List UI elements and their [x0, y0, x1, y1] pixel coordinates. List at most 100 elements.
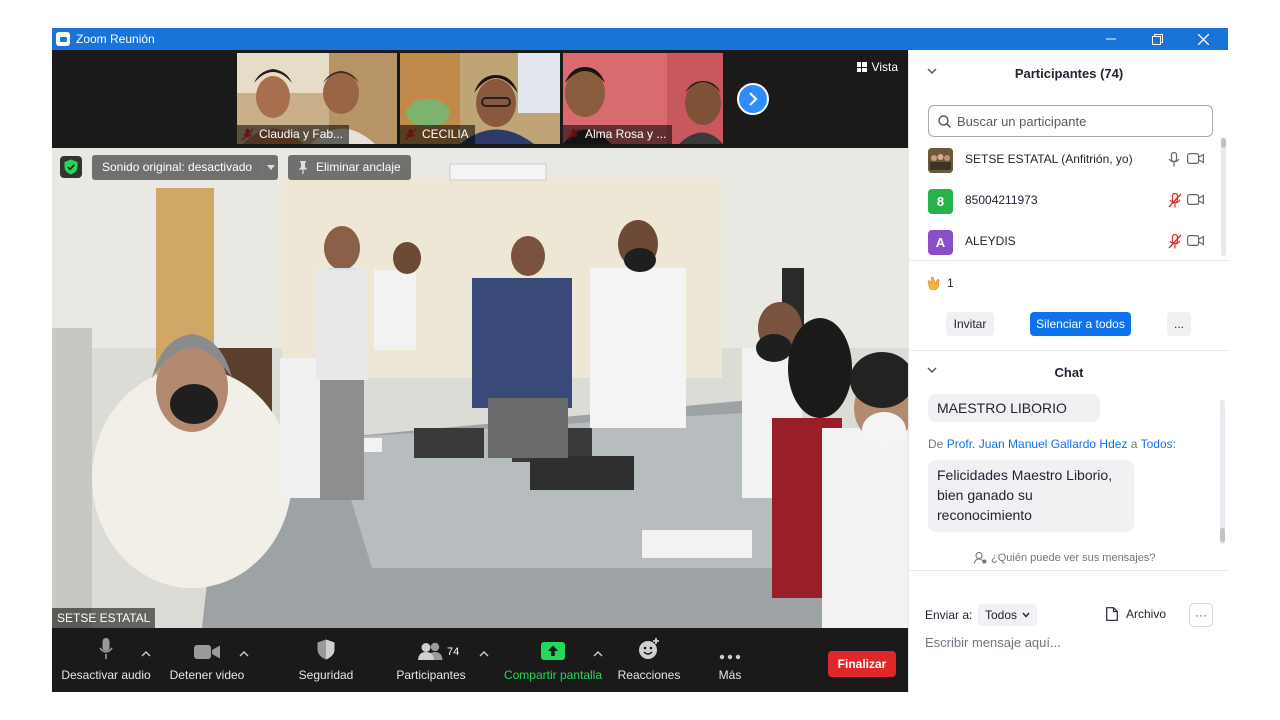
participant-thumbnail[interactable]: Claudia y Fab...	[237, 53, 397, 144]
chat-message-text: Felicidades Maestro Liborio, bien ganado…	[937, 467, 1113, 523]
participant-avatar	[928, 148, 953, 173]
shield-icon	[317, 639, 335, 660]
participant-avatar: A	[928, 230, 953, 255]
participant-list-scrollbar[interactable]	[1221, 138, 1226, 256]
mute-all-button[interactable]: Silenciar a todos	[1030, 312, 1131, 336]
stop-video-label: Detener video	[169, 668, 245, 682]
sender-link[interactable]: Profr. Juan Manuel Gallardo Hdez	[947, 437, 1128, 451]
chat-message-input[interactable]: Escribir mensaje aquí...	[925, 635, 1061, 650]
meeting-room-video	[52, 148, 908, 628]
video-options-chevron-up-icon[interactable]	[239, 649, 249, 659]
microphone-icon	[99, 638, 113, 659]
participant-name: Claudia y Fab...	[237, 125, 350, 144]
unpin-label: Eliminar anclaje	[316, 160, 401, 174]
who-can-see-label: ¿Quién puede ver sus mensajes?	[991, 552, 1156, 564]
zoom-window: Zoom Reunión Claudia y Fab... CECILIA Al…	[52, 28, 1229, 692]
end-meeting-label: Finalizar	[837, 657, 887, 671]
collapse-chevron-down-icon[interactable]	[927, 367, 937, 374]
original-sound-toggle[interactable]: Sonido original: desactivado	[92, 155, 263, 180]
participants-options-chevron-up-icon[interactable]	[479, 649, 489, 659]
chat-input-placeholder: Escribir mensaje aquí...	[925, 635, 1061, 650]
main-speaker-name: SETSE ESTATAL	[52, 608, 156, 628]
chat-message-sender: De Profr. Juan Manuel Gallardo Hdez a To…	[928, 437, 1176, 451]
share-options-chevron-up-icon[interactable]	[593, 649, 603, 659]
close-button[interactable]	[1180, 28, 1226, 50]
mute-audio-button[interactable]: Desactivar audio	[61, 628, 151, 692]
stop-video-button[interactable]: Detener video	[168, 628, 246, 692]
who-can-see-messages[interactable]: ¿Quién puede ver sus mensajes?	[974, 552, 1155, 564]
participant-search-placeholder: Buscar un participante	[957, 113, 1087, 129]
video-camera-icon[interactable]	[1187, 235, 1204, 246]
audio-options-chevron-up-icon[interactable]	[141, 649, 151, 659]
reactions-label: Reacciones	[617, 668, 681, 682]
mic-muted-icon[interactable]	[1168, 234, 1182, 249]
raised-reaction-indicator: 1	[927, 276, 954, 290]
microphone-icon[interactable]	[1168, 152, 1180, 167]
mic-muted-icon[interactable]	[1168, 193, 1182, 208]
from-prefix: De	[928, 437, 944, 451]
view-label: Vista	[871, 60, 898, 74]
video-camera-icon[interactable]	[1187, 194, 1204, 205]
recipient-link[interactable]: Todos:	[1141, 437, 1176, 451]
participants-button[interactable]: Participantes	[392, 628, 470, 692]
participant-list-scroll-thumb[interactable]	[1221, 138, 1226, 148]
participants-more-button[interactable]: ...	[1167, 312, 1191, 336]
title-bar: Zoom Reunión	[52, 28, 1228, 50]
participants-icon	[418, 642, 443, 660]
participants-title: Participantes (74)	[1014, 65, 1124, 81]
window-title: Zoom Reunión	[76, 32, 155, 46]
pin-icon	[298, 161, 308, 174]
restore-icon	[1151, 33, 1163, 45]
participant-row[interactable]: SETSE ESTATAL (Anfitrión, yo)	[909, 140, 1219, 180]
video-area: Claudia y Fab... CECILIA Alma Rosa y ...…	[52, 50, 908, 692]
file-button[interactable]: Archivo	[1106, 607, 1166, 621]
view-button[interactable]: Vista	[856, 60, 898, 74]
more-button[interactable]: Más	[710, 628, 750, 692]
security-button[interactable]: Seguridad	[292, 628, 360, 692]
mute-audio-label: Desactivar audio	[61, 668, 151, 682]
avatar-initial: 8	[936, 194, 945, 209]
more-dots-icon	[719, 654, 741, 660]
chat-header: Chat	[909, 352, 1229, 392]
reactions-button[interactable]: Reacciones	[616, 628, 682, 692]
gallery-strip: Claudia y Fab... CECILIA Alma Rosa y ...…	[52, 50, 908, 148]
chat-more-button[interactable]: ···	[1189, 603, 1213, 627]
chat-message-bubble: Felicidades Maestro Liborio, bien ganado…	[928, 460, 1134, 532]
participants-header: Participantes (74)	[909, 53, 1229, 93]
chevron-down-icon	[1022, 612, 1030, 618]
share-screen-button[interactable]: Compartir pantalla	[500, 628, 606, 692]
end-meeting-button[interactable]: Finalizar	[828, 651, 896, 677]
chat-scroll-thumb[interactable]	[1220, 528, 1225, 542]
chat-scrollbar[interactable]	[1220, 400, 1225, 544]
side-panel: Participantes (74) Buscar un participant…	[908, 50, 1229, 692]
chevron-right-icon	[749, 92, 758, 106]
original-sound-dropdown[interactable]	[262, 155, 278, 180]
reaction-count: 1	[947, 276, 954, 290]
participant-search-input[interactable]: Buscar un participante	[928, 105, 1213, 137]
divider	[909, 260, 1229, 261]
collapse-chevron-down-icon[interactable]	[927, 68, 937, 75]
encryption-shield[interactable]	[60, 156, 82, 178]
unpin-button[interactable]: Eliminar anclaje	[288, 155, 411, 180]
minimize-button[interactable]	[1088, 28, 1134, 50]
send-to-dropdown[interactable]: Todos	[978, 604, 1038, 626]
file-icon	[1106, 607, 1118, 621]
to-prefix: a	[1130, 437, 1138, 451]
invite-button[interactable]: Invitar	[946, 312, 994, 336]
participant-row[interactable]: 8 85004211973	[909, 181, 1219, 221]
mute-all-label: Silenciar a todos	[1036, 317, 1125, 331]
person-eye-icon	[974, 552, 987, 564]
video-camera-icon[interactable]	[1187, 153, 1204, 164]
shield-check-icon	[64, 159, 78, 175]
clapping-hands-icon	[927, 276, 940, 290]
participant-thumbnail[interactable]: CECILIA	[400, 53, 560, 144]
participant-thumbnail[interactable]: Alma Rosa y ...	[563, 53, 723, 144]
restore-button[interactable]	[1134, 28, 1180, 50]
search-icon	[938, 115, 951, 128]
next-page-button[interactable]	[737, 83, 769, 115]
chat-title: Chat	[1054, 364, 1084, 380]
chevron-down-icon	[266, 165, 275, 170]
divider	[909, 570, 1229, 571]
participant-list: SETSE ESTATAL (Anfitrión, yo) 8 85004211…	[909, 138, 1229, 262]
participant-row[interactable]: A ALEYDIS	[909, 222, 1219, 262]
